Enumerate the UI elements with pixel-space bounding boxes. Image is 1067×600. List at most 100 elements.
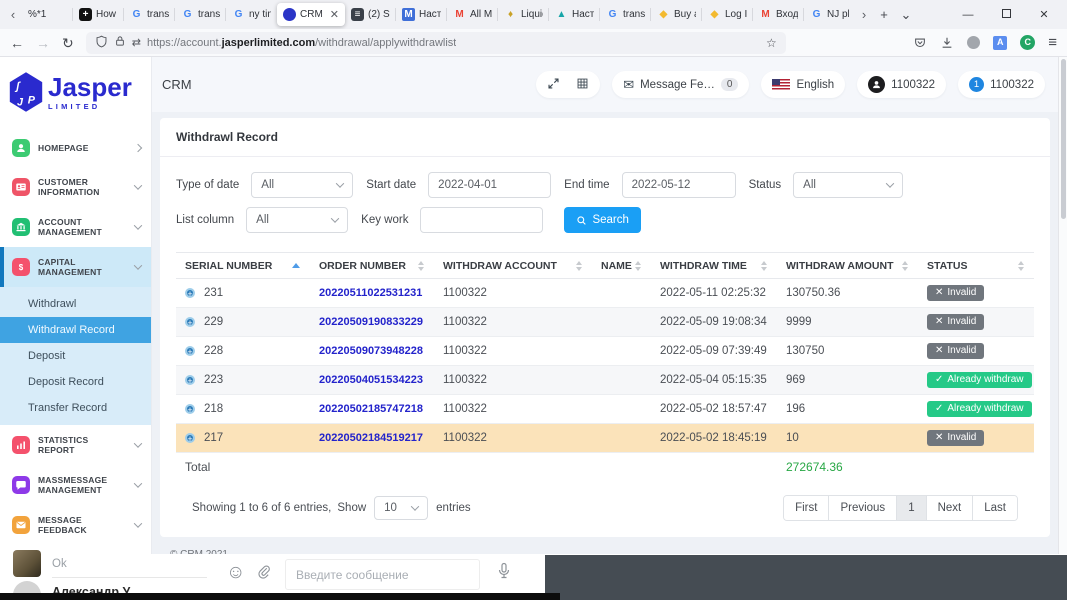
order-number-link[interactable]: 20220502185747218 (319, 403, 423, 415)
browser-tab-nj-ph[interactable]: G NJ ph (803, 3, 855, 26)
browser-tab-transl[interactable]: Gtransl (599, 3, 651, 26)
new-tab-button[interactable]: + (873, 7, 895, 22)
scrollbar-thumb[interactable] (1061, 59, 1066, 219)
browser-tab-ny-tim[interactable]: Gny tim (225, 3, 277, 26)
pagination-1[interactable]: 1 (896, 496, 926, 520)
type-of-date-select[interactable]: All (251, 172, 354, 198)
sidebar-subitem-transfer-record[interactable]: Transfer Record (0, 395, 151, 421)
browser-tab-настр[interactable]: ▲ Настр (548, 3, 600, 26)
lock-icon[interactable] (114, 35, 126, 50)
browser-tab-transl[interactable]: Gtransl (174, 3, 226, 26)
shield-icon[interactable] (95, 35, 108, 51)
browser-tab-transl[interactable]: Gtransl (123, 3, 175, 26)
search-button[interactable]: Search (564, 207, 641, 233)
reload-icon[interactable]: ↻ (62, 36, 74, 50)
view-tools-pill[interactable] (536, 71, 601, 98)
start-date-input[interactable] (428, 172, 552, 198)
expand-row-icon[interactable]: + (185, 433, 195, 444)
chat-photo-thumbnail[interactable] (13, 550, 41, 577)
sidebar-item-capital-management[interactable]: $ CAPITAL MANAGEMENT (0, 247, 151, 287)
maximize-button[interactable] (987, 8, 1025, 21)
order-number-link[interactable]: 20220509073948228 (319, 345, 423, 357)
back-icon[interactable]: ← (10, 36, 24, 50)
sidebar-subitem-withdrawl-record[interactable]: Withdrawl Record (0, 317, 151, 343)
sidebar-item-message-feedback[interactable]: MESSAGE FEEDBACK (0, 505, 151, 545)
browser-tab-log-in[interactable]: ◆ Log In (701, 3, 753, 26)
browser-tab-how-t[interactable]: + How t (72, 3, 124, 26)
table-row: +231 20220511022531231 1100322 2022-05-11 0… (176, 279, 1034, 308)
browser-tab-2-sta[interactable]: ≡ (2) Sta (345, 3, 396, 26)
tab-list-dropdown-icon[interactable]: ⌄ (895, 7, 917, 23)
minimize-button[interactable]: — (949, 9, 987, 21)
pocket-icon[interactable] (913, 36, 927, 50)
expand-row-icon[interactable]: + (185, 317, 195, 328)
table-header-row: SERIAL NUMBER ORDER NUMBER WITHDRAW ACCOUN… (176, 252, 1034, 279)
sidebar-item-massmessage-management[interactable]: MASSMESSAGE MANAGEMENT (0, 465, 151, 505)
sidebar-subitem-withdrawl[interactable]: Withdrawl (0, 291, 151, 317)
browser-tab-all-ma[interactable]: M All Ma (446, 3, 498, 26)
browser-tab-настр[interactable]: М Настр (395, 3, 447, 26)
menu-icon[interactable]: ≡ (1048, 35, 1057, 50)
end-time-input[interactable] (621, 172, 736, 198)
column-header-withdraw-time[interactable]: WITHDRAW TIME (651, 260, 777, 272)
permissions-icon[interactable]: ⇄ (132, 36, 141, 49)
message-input[interactable] (285, 559, 480, 590)
browser-tab-buy-a[interactable]: ◆ Buy a (650, 3, 702, 26)
grid-icon[interactable] (576, 77, 589, 93)
logo-hexagon-icon: ʃ J P (9, 72, 43, 112)
account-extension-icon[interactable]: C (1020, 35, 1036, 50)
pagination-previous[interactable]: Previous (828, 496, 897, 520)
browser-tab-входя[interactable]: M Входя (752, 3, 804, 26)
status-select[interactable]: All (793, 172, 904, 198)
pagination-next[interactable]: Next (925, 496, 973, 520)
browser-tab-1[interactable]: %*1 (22, 3, 73, 26)
tab-scroll-right-icon[interactable]: › (855, 7, 873, 22)
forward-icon[interactable]: → (36, 36, 50, 50)
expand-row-icon[interactable]: + (185, 288, 195, 299)
sidebar-item-statistics-report[interactable]: STATISTICS REPORT (0, 425, 151, 465)
sidebar-item-customer-information[interactable]: CUSTOMER INFORMATION (0, 167, 151, 207)
extension-icon[interactable] (967, 36, 981, 49)
app-logo[interactable]: ʃ J P Jasper LIMITED (0, 57, 151, 129)
list-column-select[interactable]: All (246, 207, 349, 233)
sidebar-subitem-deposit[interactable]: Deposit (0, 343, 151, 369)
sidebar-subitem-deposit-record[interactable]: Deposit Record (0, 369, 151, 395)
account-pill[interactable]: 1100322 (857, 71, 947, 98)
pagination-first[interactable]: First (784, 496, 829, 520)
expand-row-icon[interactable]: + (185, 346, 195, 357)
order-number-link[interactable]: 20220509190833229 (319, 316, 423, 328)
language-selector[interactable]: English (761, 71, 846, 98)
column-header-withdraw-account[interactable]: WITHDRAW ACCOUNT (434, 260, 592, 272)
url-bar[interactable]: ⇄ https://account.jasperlimited.com/with… (85, 31, 786, 54)
order-number-link[interactable]: 20220502184519217 (319, 432, 423, 444)
column-header-order-number[interactable]: ORDER NUMBER (310, 260, 434, 272)
expand-row-icon[interactable]: + (185, 375, 195, 386)
browser-tab-liquid[interactable]: ♦ Liquid (497, 3, 549, 26)
tab-scroll-left-icon[interactable]: ‹ (4, 7, 22, 22)
bookmark-star-icon[interactable]: ☆ (766, 36, 777, 50)
order-number-link[interactable]: 20220504051534223 (319, 374, 423, 386)
expand-row-icon[interactable]: + (185, 404, 195, 415)
sidebar-item-account-management[interactable]: ACCOUNT MANAGEMENT (0, 207, 151, 247)
attach-icon[interactable] (256, 564, 271, 584)
page-scrollbar[interactable] (1058, 57, 1067, 554)
microphone-icon[interactable] (496, 562, 512, 585)
column-header-withdraw-amount[interactable]: WITHDRAW AMOUNT (777, 260, 918, 272)
tab-close-icon[interactable]: ✕ (330, 8, 339, 21)
session-pill[interactable]: 1 1100322 (958, 71, 1045, 98)
key-work-input[interactable] (420, 207, 544, 233)
column-header-name[interactable]: NAME (592, 260, 651, 272)
message-feedback-pill[interactable]: ✉ Message Fe… 0 (612, 71, 750, 98)
page-size-select[interactable]: 10 (374, 496, 429, 520)
order-number-link[interactable]: 20220511022531231 (319, 287, 422, 299)
close-button[interactable]: ✕ (1025, 8, 1063, 21)
emoji-icon[interactable]: ☺ (226, 563, 245, 582)
column-header-status[interactable]: STATUS (918, 260, 1034, 272)
fullscreen-icon[interactable] (547, 77, 560, 93)
pagination-last[interactable]: Last (972, 496, 1017, 520)
browser-tab-crm[interactable]: CRM ✕ (277, 3, 345, 26)
column-header-serial-number[interactable]: SERIAL NUMBER (176, 260, 310, 272)
downloads-icon[interactable] (940, 36, 954, 50)
translate-icon[interactable]: A (993, 35, 1008, 50)
sidebar-item-homepage[interactable]: HOMEPAGE (0, 129, 151, 167)
